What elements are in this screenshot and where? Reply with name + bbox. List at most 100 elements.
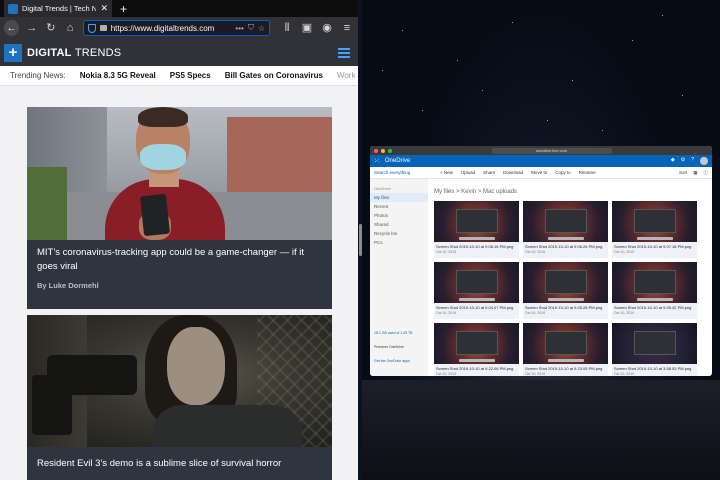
article-feed: MIT’s coronavirus-tracking app could be … xyxy=(0,86,358,480)
onedrive-header: ⁙ OneDrive ◆ ⚙ ? xyxy=(370,155,712,167)
settings-gear-icon[interactable]: ⚙ xyxy=(681,157,685,165)
back-icon[interactable]: ← xyxy=(4,20,20,36)
menu-icon[interactable]: ≡ xyxy=(340,22,354,34)
file-thumbnail xyxy=(523,262,608,303)
navigation-toolbar: ← → ↻ ⌂ https://www.digitaltrends.com ••… xyxy=(0,17,358,39)
file-tile[interactable]: Screen Shot 2019-10-10 at 9.06.26 PM.png… xyxy=(523,201,608,258)
file-date: Oct 10, 2019 xyxy=(614,372,635,376)
file-tile[interactable]: Screen Shot 2019-10-10 at 9.23.05 PM.png… xyxy=(523,323,608,376)
file-name: Screen Shot 2019-10-10 at 3.58.53 PM.png xyxy=(614,366,692,371)
library-icon[interactable]: ⫴ xyxy=(280,22,294,34)
page-actions-icon[interactable]: ••• xyxy=(235,24,243,33)
tab-digital-trends[interactable]: Digital Trends | Tech News, Reviews ✕ xyxy=(4,0,112,17)
get-apps-link[interactable]: Get the OneDrive apps xyxy=(374,359,410,363)
sort-button[interactable]: Sort xyxy=(679,170,687,176)
article-byline[interactable]: By Luke Dormehl xyxy=(27,274,332,290)
breadcrumb[interactable]: My files > Kevin > Mac uploads xyxy=(434,183,706,201)
lock-icon[interactable] xyxy=(99,25,107,31)
view-grid-icon[interactable]: ▦ xyxy=(693,170,697,176)
header-icons: ◆ ⚙ ? xyxy=(671,157,708,165)
copy-to-button[interactable]: Copy to xyxy=(555,170,571,175)
desktop: onedrive.live.com ⁙ OneDrive ◆ ⚙ ? Searc… xyxy=(362,0,720,480)
file-name: Screen Shot 2019-10-10 at 9.05.42 PM.png xyxy=(614,305,692,310)
rename-button[interactable]: Rename xyxy=(579,170,596,175)
storage-usage[interactable]: 15.1 GB used of 1.05 TB xyxy=(374,331,412,335)
file-date: Oct 10, 2019 xyxy=(525,311,546,315)
file-thumbnail xyxy=(523,201,608,242)
address-bar[interactable]: onedrive.live.com xyxy=(491,147,612,154)
article-image[interactable] xyxy=(27,107,332,240)
command-bar: Search everything + New Upload Share Dow… xyxy=(370,167,712,179)
home-icon[interactable]: ⌂ xyxy=(64,22,77,34)
file-tile[interactable]: Screen Shot 2019-10-10 at 9.04.07 PM.png… xyxy=(434,262,519,319)
file-tile[interactable]: Screen Shot 2019-10-10 at 9.05.42 PM.png… xyxy=(612,262,697,319)
onedrive-window: onedrive.live.com ⁙ OneDrive ◆ ⚙ ? Searc… xyxy=(370,146,712,376)
search-input[interactable]: Search everything xyxy=(374,170,432,175)
site-logo[interactable]: DIGITAL TRENDS xyxy=(27,47,121,59)
file-tile[interactable]: Screen Shot 2019-10-10 at 9.05.28 PM.png… xyxy=(523,262,608,319)
article-title[interactable]: MIT’s coronavirus-tracking app could be … xyxy=(27,240,332,274)
file-area: My files > Kevin > Mac uploads Screen Sh… xyxy=(428,179,712,376)
logo-light: TRENDS xyxy=(74,46,122,59)
account-icon[interactable]: ◉ xyxy=(320,22,334,34)
file-thumbnail xyxy=(612,323,697,364)
screen: Digital Trends | Tech News, Reviews ✕ + … xyxy=(0,0,720,480)
minimize-window-icon[interactable] xyxy=(381,148,385,153)
new-tab-icon[interactable]: + xyxy=(120,3,127,15)
sidebar-item-photos[interactable]: Photos xyxy=(370,211,428,220)
file-tile[interactable]: Screen Shot 2019-10-10 at 3.58.53 PM.png… xyxy=(612,323,697,376)
file-name: Screen Shot 2019-10-10 at 9.05.28 PM.png xyxy=(525,305,603,310)
premium-onedrive-link[interactable]: Premium OneDrive xyxy=(374,345,404,349)
upload-button[interactable]: Upload xyxy=(461,170,475,175)
toolbar-right: ⫴ ▣ ◉ ≡ xyxy=(280,22,354,34)
article-title[interactable]: Resident Evil 3’s demo is a sublime slic… xyxy=(27,447,332,471)
file-name: Screen Shot 2019-10-10 at 9.23.05 PM.png xyxy=(525,366,603,371)
zoom-window-icon[interactable] xyxy=(388,148,392,153)
file-thumbnail xyxy=(434,323,519,364)
sidebar-item-recycle-bin[interactable]: Recycle bin xyxy=(370,229,428,238)
forward-icon[interactable]: → xyxy=(25,22,38,34)
pocket-icon[interactable]: ⛉ xyxy=(248,23,254,33)
premium-diamond-icon[interactable]: ◆ xyxy=(671,157,675,165)
sidebar-item-recent[interactable]: Recent xyxy=(370,202,428,211)
onedrive-brand[interactable]: OneDrive xyxy=(385,158,410,164)
hamburger-menu-icon[interactable] xyxy=(338,46,350,60)
share-button[interactable]: Share xyxy=(483,170,495,175)
download-button[interactable]: Download xyxy=(503,170,523,175)
article-card[interactable]: Resident Evil 3’s demo is a sublime slic… xyxy=(27,315,332,480)
article-image[interactable] xyxy=(27,315,332,447)
bookmark-star-icon[interactable]: ☆ xyxy=(258,24,265,33)
sidebar-item-my-files[interactable]: My files xyxy=(370,193,428,202)
dt-logo-icon[interactable]: + xyxy=(4,43,22,62)
file-thumbnail xyxy=(523,323,608,364)
new-button[interactable]: + New xyxy=(440,170,453,175)
app-launcher-icon[interactable]: ⁙ xyxy=(374,158,380,165)
file-thumbnail xyxy=(612,262,697,303)
trending-link[interactable]: PS5 Specs xyxy=(170,71,211,80)
close-tab-icon[interactable]: ✕ xyxy=(100,4,108,13)
trending-link[interactable]: Nokia 8.3 5G Reveal xyxy=(80,71,156,80)
file-name: Screen Shot 2019-10-10 at 9.07.18 PM.png xyxy=(614,244,692,249)
trending-link[interactable]: Work Fr xyxy=(337,71,358,80)
trending-link[interactable]: Bill Gates on Coronavirus xyxy=(225,71,323,80)
reload-icon[interactable]: ↻ xyxy=(44,22,57,34)
article-card[interactable]: MIT’s coronavirus-tracking app could be … xyxy=(27,107,332,309)
file-date: Oct 10, 2019 xyxy=(525,372,546,376)
file-tile[interactable]: Screen Shot 2019-10-10 at 9.22.06 PM.png… xyxy=(434,323,519,376)
url-text[interactable]: https://www.digitaltrends.com xyxy=(111,24,232,33)
file-tile[interactable]: Screen Shot 2019-10-10 at 9.07.18 PM.png… xyxy=(612,201,697,258)
info-icon[interactable]: ⓘ xyxy=(704,170,709,176)
move-to-button[interactable]: Move to xyxy=(531,170,547,175)
file-tile[interactable]: Screen Shot 2019-10-10 at 9.08.16 PM.png… xyxy=(434,201,519,258)
sidebar-item-pcs[interactable]: PCs xyxy=(370,238,428,247)
url-bar[interactable]: https://www.digitaltrends.com ••• ⛉ ☆ xyxy=(82,20,270,36)
help-icon[interactable]: ? xyxy=(691,157,694,165)
tab-title: Digital Trends | Tech News, Reviews xyxy=(22,4,97,13)
firefox-window: Digital Trends | Tech News, Reviews ✕ + … xyxy=(0,0,358,480)
browser-chrome: onedrive.live.com xyxy=(370,146,712,155)
sidebar-icon[interactable]: ▣ xyxy=(300,22,314,34)
avatar[interactable] xyxy=(700,157,708,165)
sidebar-item-shared[interactable]: Shared xyxy=(370,220,428,229)
tracking-shield-icon[interactable] xyxy=(87,23,96,33)
close-window-icon[interactable] xyxy=(374,148,378,153)
